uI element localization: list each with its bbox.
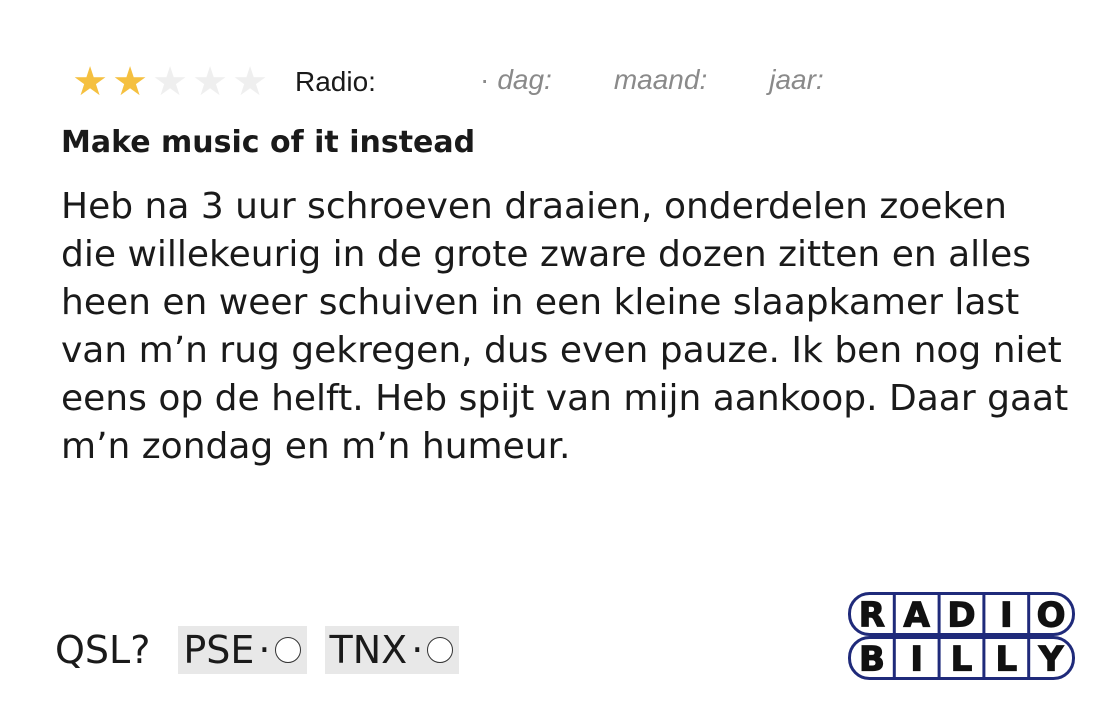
review-title: Make music of it instead (61, 125, 476, 160)
qsl-option-pse[interactable]: PSE · (178, 626, 307, 674)
qsl-option-pse-separator: · (258, 628, 271, 672)
date-fields: · dag: maand: jaar: (480, 64, 824, 96)
qsl-option-tnx[interactable]: TNX · (324, 626, 460, 674)
logo-letter: L (951, 640, 973, 680)
logo-letter: D (947, 596, 975, 636)
date-separator: · (480, 64, 490, 95)
day-label: dag: (497, 64, 552, 95)
qsl-option-tnx-separator: · (411, 628, 424, 672)
rating-row: ★ ★ ★ ★ ★ Radio: (70, 60, 376, 104)
logo-letter: R (859, 596, 885, 636)
logo-letter: Y (1038, 640, 1064, 680)
review-body: Heb na 3 uur schroeven draaien, onderdel… (61, 186, 1069, 467)
star-rating: ★ ★ ★ ★ ★ (70, 62, 270, 102)
qsl-row: QSL? PSE · TNX · (55, 626, 477, 674)
qsl-label: QSL? (55, 628, 151, 672)
pse-radio-button[interactable] (274, 637, 301, 663)
star-empty-icon: ★ (192, 59, 228, 105)
qsl-option-pse-label: PSE (183, 628, 255, 672)
year-label: jaar: (769, 64, 824, 95)
radio-label: Radio: (295, 66, 376, 97)
star-empty-icon: ★ (152, 59, 188, 105)
star-filled-icon: ★ (72, 59, 108, 105)
logo-letter: A (904, 596, 931, 636)
logo-letter: O (1037, 596, 1066, 636)
logo-letter: I (910, 640, 923, 680)
qsl-option-tnx-label: TNX (329, 628, 408, 672)
logo-letter: B (859, 640, 885, 680)
logo-letter: L (995, 640, 1017, 680)
star-empty-icon: ★ (232, 59, 268, 105)
radio-billy-logo: RADIO BILLY (848, 592, 1075, 680)
logo-letter: I (1000, 596, 1013, 636)
tnx-radio-button[interactable] (427, 637, 454, 663)
review-card: ★ ★ ★ ★ ★ Radio: · dag: maand: jaar: Make mu… (0, 0, 1107, 711)
month-label: maand: (613, 64, 708, 95)
star-filled-icon: ★ (112, 59, 148, 105)
